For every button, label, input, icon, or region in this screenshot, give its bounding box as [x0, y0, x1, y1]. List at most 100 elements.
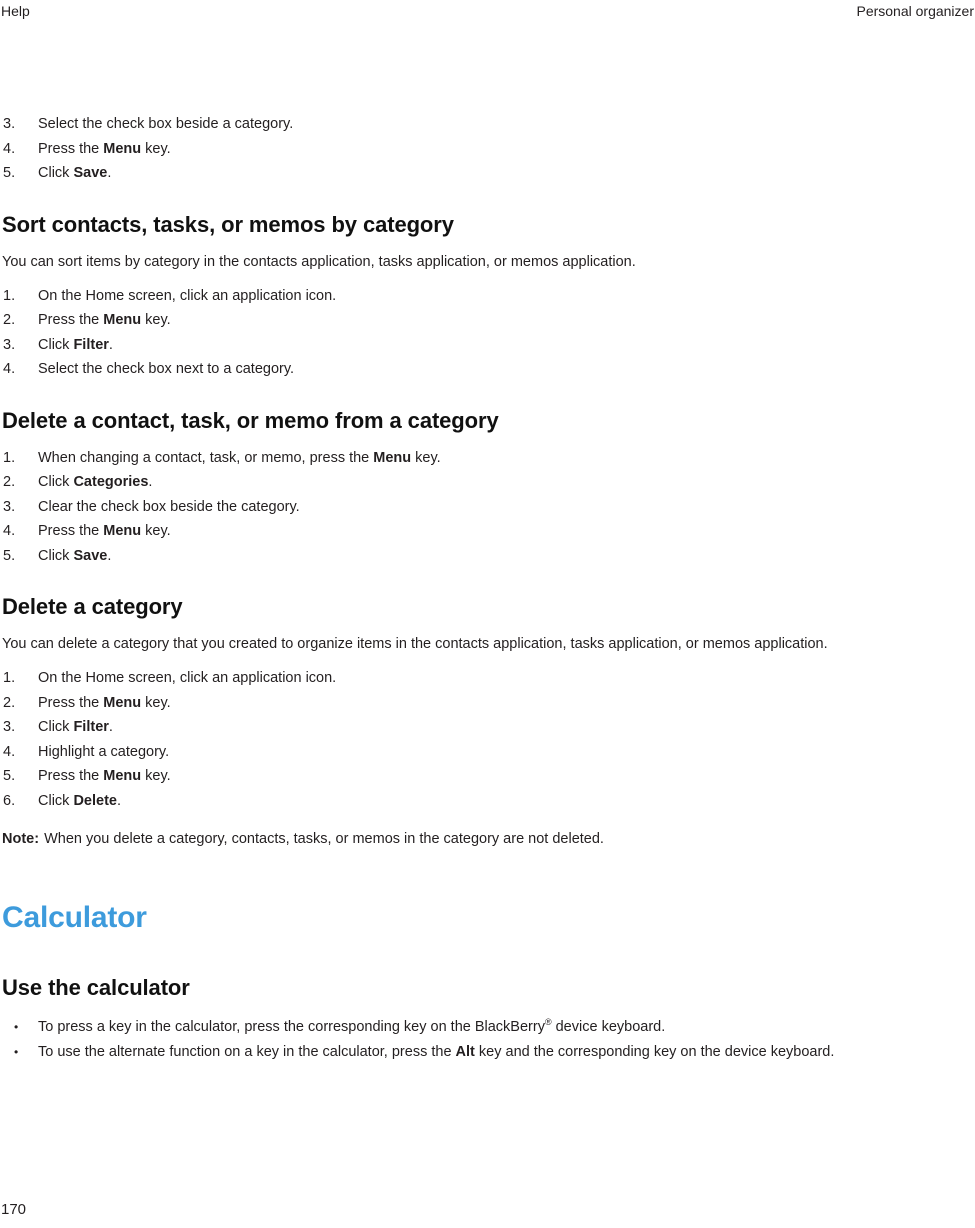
list-item-number: 5.: [3, 768, 16, 784]
list-item: 4. Select the check box next to a categor…: [2, 357, 973, 382]
step-list-delete-contact-task-memo: 1. When changing a contact, task, or memo…: [2, 446, 973, 569]
list-item-number: 4.: [3, 140, 16, 157]
list-item: 1. On the Home screen, click an applicati…: [2, 666, 973, 691]
text-run: Click: [38, 336, 74, 353]
step-list-delete-a-category: 1. On the Home screen, click an applicati…: [2, 666, 973, 813]
list-item-text: Press the Menu key.: [38, 768, 171, 784]
list-item: 2. Press the Menu key.: [2, 691, 973, 716]
list-item: 2. Press the Menu key.: [2, 308, 973, 333]
emphasis-text: Menu: [103, 694, 142, 711]
list-item: 5. Press the Menu key.: [2, 764, 973, 789]
list-item-bullet: •: [14, 1044, 19, 1059]
emphasis-text: Menu: [103, 523, 142, 539]
list-item-text: On the Home screen, click an application…: [38, 288, 336, 304]
list-item-number: 3.: [3, 116, 16, 132]
text-run: Select the check box next to a category.: [38, 361, 295, 377]
text-run: Click: [38, 719, 74, 735]
registered-trademark-symbol: ®: [544, 1017, 552, 1028]
calculator-bullet-list: • To press a key in the calculator, press…: [2, 1015, 973, 1064]
note-callout: Note: When you delete a category, contac…: [2, 829, 973, 849]
text-run: Press the: [38, 140, 104, 157]
list-item-number: 2.: [3, 694, 16, 711]
text-run: Highlight a category.: [38, 743, 170, 760]
list-item-text: Press the Menu key.: [38, 312, 171, 328]
emphasis-text: Filter: [73, 719, 109, 735]
emphasis-text: Filter: [73, 336, 109, 353]
note-label: Note:: [2, 831, 40, 847]
list-item-number: 3.: [3, 498, 16, 515]
list-item-number: 1.: [3, 449, 16, 466]
text-run: .: [108, 336, 113, 353]
note-text: When you delete a category, contacts, ta…: [44, 831, 604, 847]
text-run: key and the corresponding key on the dev…: [474, 1043, 835, 1060]
list-item-text: To use the alternate function on a key i…: [38, 1044, 834, 1060]
text-run: On the Home screen, click an application…: [38, 670, 337, 686]
emphasis-text: Delete: [73, 792, 117, 809]
list-item: 2. Click Categories.: [2, 470, 973, 495]
text-run: .: [107, 547, 112, 564]
text-run: .: [148, 474, 153, 490]
text-run: When changing a contact, task, or memo, …: [38, 449, 374, 466]
list-item: 1. On the Home screen, click an applicati…: [2, 284, 973, 309]
text-run: To press a key in the calculator, press …: [38, 1019, 545, 1035]
list-item-number: 1.: [3, 287, 16, 304]
text-run: Press the: [38, 768, 104, 784]
list-item-text: Click Save.: [38, 165, 111, 181]
list-item-text: On the Home screen, click an application…: [38, 670, 336, 686]
chapter-title: Calculator: [2, 901, 147, 934]
text-run: Click: [38, 165, 74, 181]
text-run: Press the: [38, 312, 104, 328]
list-item: 1. When changing a contact, task, or memo…: [2, 446, 973, 471]
list-item-number: 4.: [3, 523, 16, 539]
text-run: Click: [38, 547, 74, 564]
list-item: 4. Press the Menu key.: [2, 137, 973, 162]
list-item-number: 4.: [3, 743, 16, 760]
document-page: Help Personal organizer 3. Select the che…: [0, 0, 975, 1228]
list-item: • To press a key in the calculator, press…: [2, 1015, 973, 1040]
list-item-bullet: •: [14, 1020, 19, 1034]
list-item-number: 3.: [3, 336, 16, 353]
list-item: 4. Highlight a category.: [2, 740, 973, 765]
emphasis-text: Categories: [73, 474, 149, 490]
text-run: key.: [141, 312, 171, 328]
emphasis-text: Save: [73, 547, 108, 564]
list-item: 5. Click Save.: [2, 161, 973, 186]
text-run: Click: [38, 474, 74, 490]
list-item: 3. Click Filter.: [2, 715, 973, 740]
list-item-number: 4.: [3, 361, 16, 377]
text-run: Select the check box beside a category.: [38, 116, 294, 132]
text-run: Clear the check box beside the category.: [38, 498, 300, 515]
text-run: key.: [141, 523, 171, 539]
list-item-text: Click Save.: [38, 548, 111, 564]
list-item: 3. Click Filter.: [2, 333, 973, 358]
list-item-text: Press the Menu key.: [38, 141, 171, 157]
list-item-text: Click Delete.: [38, 793, 121, 809]
section-heading-use-the-calculator: Use the calculator: [2, 975, 190, 1000]
list-item: 3. Select the check box beside a category…: [2, 112, 973, 137]
section-heading-delete-contact-task-memo: Delete a contact, task, or memo from a c…: [2, 407, 499, 433]
text-run: .: [108, 719, 113, 735]
list-item: 4. Press the Menu key.: [2, 519, 973, 544]
list-item-text: Press the Menu key.: [38, 523, 171, 539]
text-run: key.: [141, 768, 171, 784]
running-header-left: Help: [1, 3, 30, 19]
list-item: • To use the alternate function on a key …: [2, 1040, 973, 1065]
list-item: 5. Click Save.: [2, 544, 973, 569]
list-item-number: 5.: [3, 547, 16, 564]
list-item-number: 1.: [3, 670, 16, 686]
section-heading-sort-contacts-tasks-memos: Sort contacts, tasks, or memos by catego…: [2, 211, 454, 237]
text-run: key.: [411, 449, 441, 466]
page-content: 3. Select the check box beside a category…: [2, 112, 973, 1064]
emphasis-text: Alt: [455, 1043, 475, 1060]
emphasis-text: Menu: [373, 449, 412, 466]
running-header-right: Personal organizer: [856, 3, 974, 19]
